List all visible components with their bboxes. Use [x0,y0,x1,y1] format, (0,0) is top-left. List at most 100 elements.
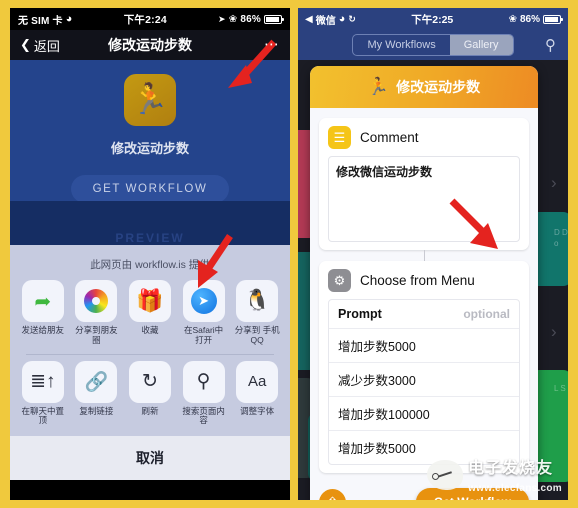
share-row-secondary: ≣↑ 在聊天中置顶 🔗 复制链接 ↻ 刷新 ⚲ 搜索页面内容 Aa 调整字体 [10,360,290,431]
action-item-label: 刷新 [141,405,159,416]
left-status-bar: 无 SIM 卡 ◕ 下午2:24 ➤ ❀ 86% [10,8,290,30]
share-item-send-to-friend[interactable]: ➦ 发送给朋友 [19,280,67,346]
battery-icon [264,14,284,24]
screenshot-root: 无 SIM 卡 ◕ 下午2:24 ➤ ❀ 86% ❮ 返回 修改运动步数 ⋯ 🏃 [0,0,578,508]
tab-gallery[interactable]: Gallery [449,35,513,55]
menu-row-label: 增加步数5000 [338,442,416,456]
action-item-label: 在聊天中置顶 [21,405,65,426]
gallery-stage: D D o L S l › › 🏃 修改运动步数 ☰ [298,60,568,500]
menu-row-item[interactable]: 增加步数5000 [329,329,519,363]
menu-row-optional: optional [463,307,510,321]
location-arrow-icon: ➤ [218,13,226,24]
share-item-moments[interactable]: 分享到朋友圈 [72,280,120,346]
action-choose-from-menu[interactable]: ⚙ Choose from Menu Prompt optional 增加步数5… [319,261,529,473]
share-up-icon[interactable]: ⇧ [319,488,346,500]
more-dots-icon[interactable]: ⋯ [264,37,280,52]
battery-icon [543,14,563,24]
wechat-share-sheet: 此网页由 workflow.is 提供 ➦ 发送给朋友 分享到朋友圈 🎁 收藏 … [10,245,290,481]
battery-percent-label: 86% [519,13,540,25]
action-item-refresh[interactable]: ↻ 刷新 [126,360,174,427]
share-item-label: 分享到 手机QQ [234,325,280,345]
preview-band: PREVIEW [10,201,290,245]
preview-label: PREVIEW [115,231,185,245]
workflow-name-label: 修改运动步数 [110,141,189,156]
safari-compass-icon: ➤ [182,280,225,322]
watermark-text: 电子发烧友 www.elecfans.com [468,454,562,496]
workflow-title: 修改运动步数 [396,79,481,95]
workflow-card-header: 🏃 修改运动步数 [310,66,538,108]
action-comment[interactable]: ☰ Comment 修改微信运动步数 [319,118,529,250]
action-title: Comment [360,130,419,145]
workflow-card[interactable]: 🏃 修改运动步数 ☰ Comment 修改微信运动步数 ⚙ Choose fro… [310,66,538,500]
menu-row-label: 减少步数3000 [338,374,416,388]
watermark: 电子发烧友 www.elecfans.com [427,454,562,496]
menu-row-label: 增加步数5000 [338,340,416,354]
tab-my-workflows[interactable]: My Workflows [353,35,449,55]
moments-icon [75,280,118,322]
action-item-pin-to-chat[interactable]: ≣↑ 在聊天中置顶 [19,360,67,427]
webview-content: 🏃 修改运动步数 GET WORKFLOW PREVIEW [10,60,290,245]
watermark-cn: 电子发烧友 [468,460,554,477]
action-connector [423,250,425,261]
workflow-top-bar: My Workflows Gallery ⚲ [298,30,568,60]
share-row-primary: ➦ 发送给朋友 分享到朋友圈 🎁 收藏 ➤ 在Safari中 打开 🐧 分享到 … [10,280,290,350]
watermark-url: www.elecfans.com [468,483,562,494]
sheet-divider [26,353,274,355]
back-button[interactable]: ❮ 返回 [20,36,60,55]
running-man-icon: 🏃 [124,74,176,126]
right-phone-screenshot: ◀ 微信 ◕ ↻ 下午2:25 ❀ 86% My Workflows Galle… [298,8,568,500]
back-to-app-icon[interactable]: ◀ [305,14,313,25]
share-item-label: 发送给朋友 [21,325,65,335]
action-item-copy-link[interactable]: 🔗 复制链接 [72,360,120,427]
share-item-qq[interactable]: 🐧 分享到 手机QQ [233,280,281,346]
search-icon[interactable]: ⚲ [545,36,556,54]
wifi-icon: ◕ [65,13,73,25]
pin-to-chat-icon: ≣↑ [21,360,64,403]
page-source-label: 此网页由 workflow.is 提供 [90,259,210,271]
menu-row-prompt[interactable]: Prompt optional [329,300,519,329]
comment-icon: ☰ [328,126,351,149]
workflow-card-body: ☰ Comment 修改微信运动步数 ⚙ Choose from Menu Pr… [310,108,538,481]
comment-text-field[interactable]: 修改微信运动步数 [328,156,520,242]
menu-row-label: Prompt [338,307,382,321]
menu-row-item[interactable]: 减少步数3000 [329,363,519,397]
carrier-label: 无 SIM 卡 [18,15,63,27]
right-status-bar: ◀ 微信 ◕ ↻ 下午2:25 ❀ 86% [298,8,568,30]
action-item-font-size[interactable]: Aa 调整字体 [233,360,281,427]
share-item-label: 在Safari中 打开 [183,325,224,345]
search-icon: ⚲ [182,360,225,403]
get-workflow-button[interactable]: GET WORKFLOW [70,175,230,203]
segmented-control[interactable]: My Workflows Gallery [352,34,514,56]
battery-percent-label: 86% [240,13,261,25]
bluetooth-icon: ❀ [228,13,238,25]
runner-glyph: 🏃 [131,83,169,116]
elecfans-logo-icon [427,460,464,490]
left-nav-bar: ❮ 返回 修改运动步数 ⋯ [10,30,290,60]
share-item-label: 收藏 [141,325,159,335]
share-item-open-in-safari[interactable]: ➤ 在Safari中 打开 [180,280,228,346]
font-size-icon: Aa [236,360,279,403]
cancel-button[interactable]: 取消 [10,436,290,481]
bg-card-label: L S l [554,384,568,393]
chevron-left-icon: ❮ [20,37,31,52]
action-item-label: 调整字体 [240,405,275,416]
share-item-favorite[interactable]: 🎁 收藏 [126,280,174,346]
clock-label: 下午2:24 [123,13,167,26]
back-to-app-label: 微信 [315,15,336,27]
share-item-label: 分享到朋友圈 [75,325,118,345]
link-icon: 🔗 [75,360,118,403]
bluetooth-icon: ❀ [508,13,517,25]
action-item-search-page[interactable]: ⚲ 搜索页面内容 [180,360,228,427]
favorite-box-icon: 🎁 [128,280,171,322]
refresh-icon: ↻ [128,360,171,403]
menu-gear-icon: ⚙ [328,269,351,292]
chevron-right-icon: › [551,322,557,341]
bg-card-label: D D o [554,228,568,248]
menu-row-label: 增加步数100000 [338,408,430,422]
action-header: ☰ Comment [328,126,520,149]
qq-penguin-icon: 🐧 [236,280,279,322]
share-arrow-icon: ➦ [21,280,64,322]
menu-row-item[interactable]: 增加步数100000 [329,397,519,431]
action-item-label: 搜索页面内容 [182,405,225,426]
running-man-icon: 🏃 [367,77,390,96]
